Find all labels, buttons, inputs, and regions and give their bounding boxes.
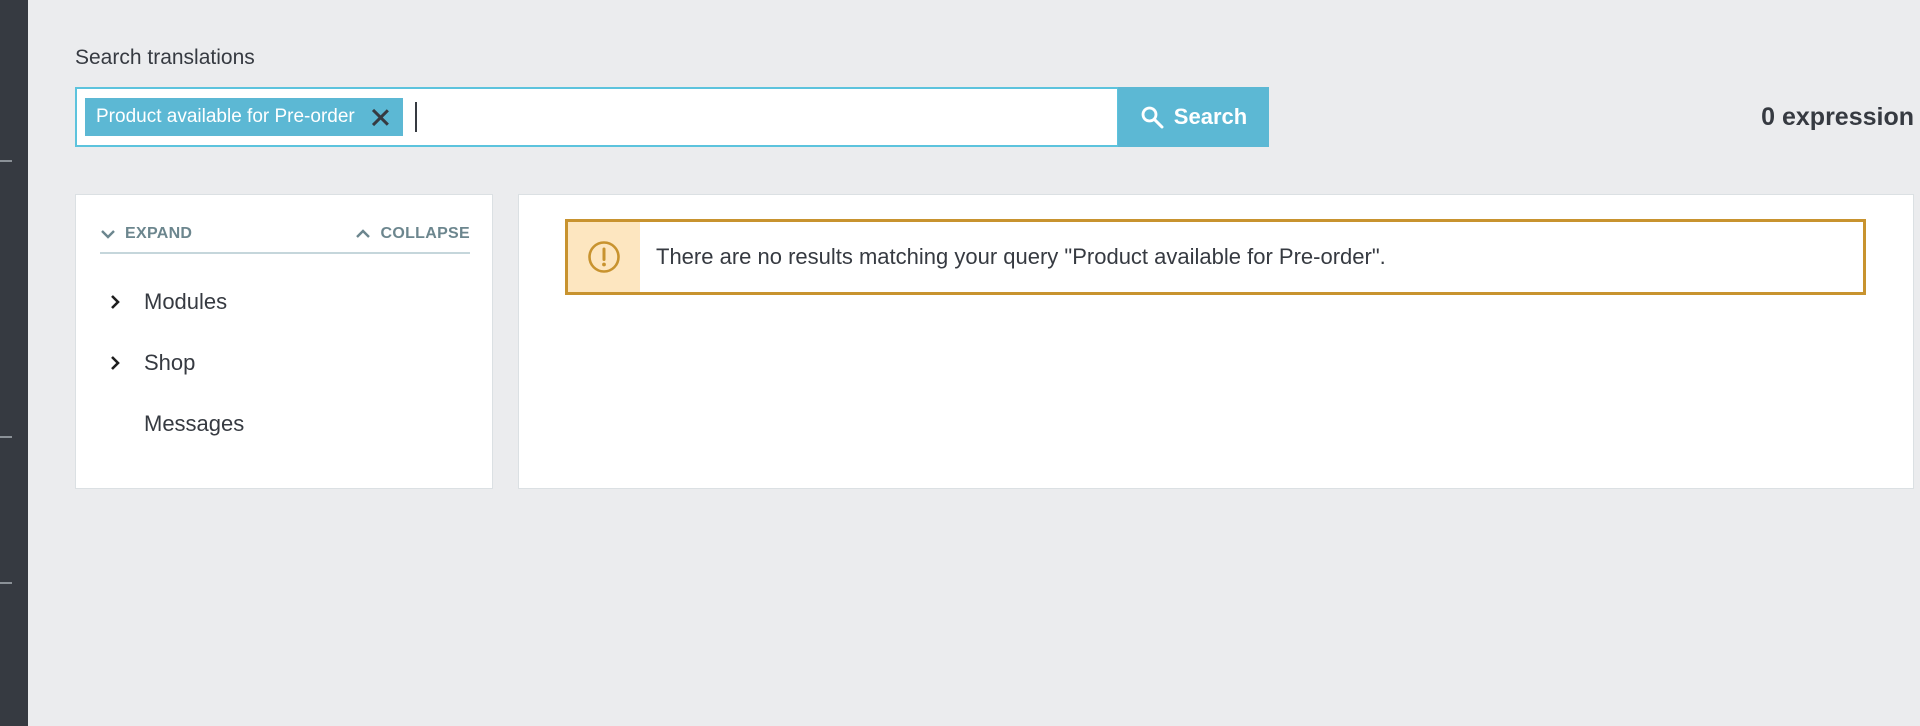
- search-button-label: Search: [1173, 104, 1248, 129]
- tree-item-label: Messages: [144, 411, 245, 436]
- search-button[interactable]: Search: [1118, 87, 1269, 147]
- tree-item-modules[interactable]: Modules: [110, 289, 227, 315]
- results-count: 0 expression: [1761, 103, 1914, 131]
- chevron-down-icon: [101, 230, 115, 239]
- chevron-up-icon: [356, 229, 371, 238]
- tree-item-label: Shop: [144, 350, 196, 375]
- search-tag-label: Product available for Pre-order: [96, 106, 355, 127]
- no-results-alert: There are no results matching your query…: [565, 219, 1866, 295]
- left-sidebar: [0, 0, 28, 726]
- collapse-label: COLLAPSE: [380, 225, 470, 242]
- search-label: Search translations: [75, 46, 255, 69]
- tree-item-shop[interactable]: Shop: [110, 350, 195, 376]
- tree-controls: EXPAND COLLAPSE: [100, 225, 470, 254]
- chevron-right-icon: [110, 294, 144, 310]
- expand-label: EXPAND: [125, 225, 193, 242]
- tree-item-messages[interactable]: Messages: [110, 411, 244, 437]
- chevron-right-icon: [110, 355, 144, 371]
- alert-message: There are no results matching your query…: [656, 244, 1386, 269]
- search-tag[interactable]: Product available for Pre-order: [85, 98, 403, 136]
- search-input[interactable]: Product available for Pre-order: [75, 87, 1119, 147]
- expand-button[interactable]: EXPAND: [100, 225, 192, 243]
- results-panel: There are no results matching your query…: [518, 194, 1914, 489]
- alert-icon-box: [568, 222, 640, 292]
- sidebar-marker: [0, 582, 12, 584]
- close-icon[interactable]: [371, 108, 389, 126]
- sidebar-marker: [0, 160, 12, 162]
- sidebar-marker: [0, 436, 12, 438]
- collapse-button[interactable]: COLLAPSE: [355, 225, 470, 243]
- search-icon: [1141, 106, 1164, 129]
- text-cursor: [414, 102, 417, 132]
- translation-tree-panel: EXPAND COLLAPSE Modules Shop Messages: [75, 194, 493, 489]
- warning-icon: [588, 241, 620, 273]
- tree-item-label: Modules: [144, 289, 228, 314]
